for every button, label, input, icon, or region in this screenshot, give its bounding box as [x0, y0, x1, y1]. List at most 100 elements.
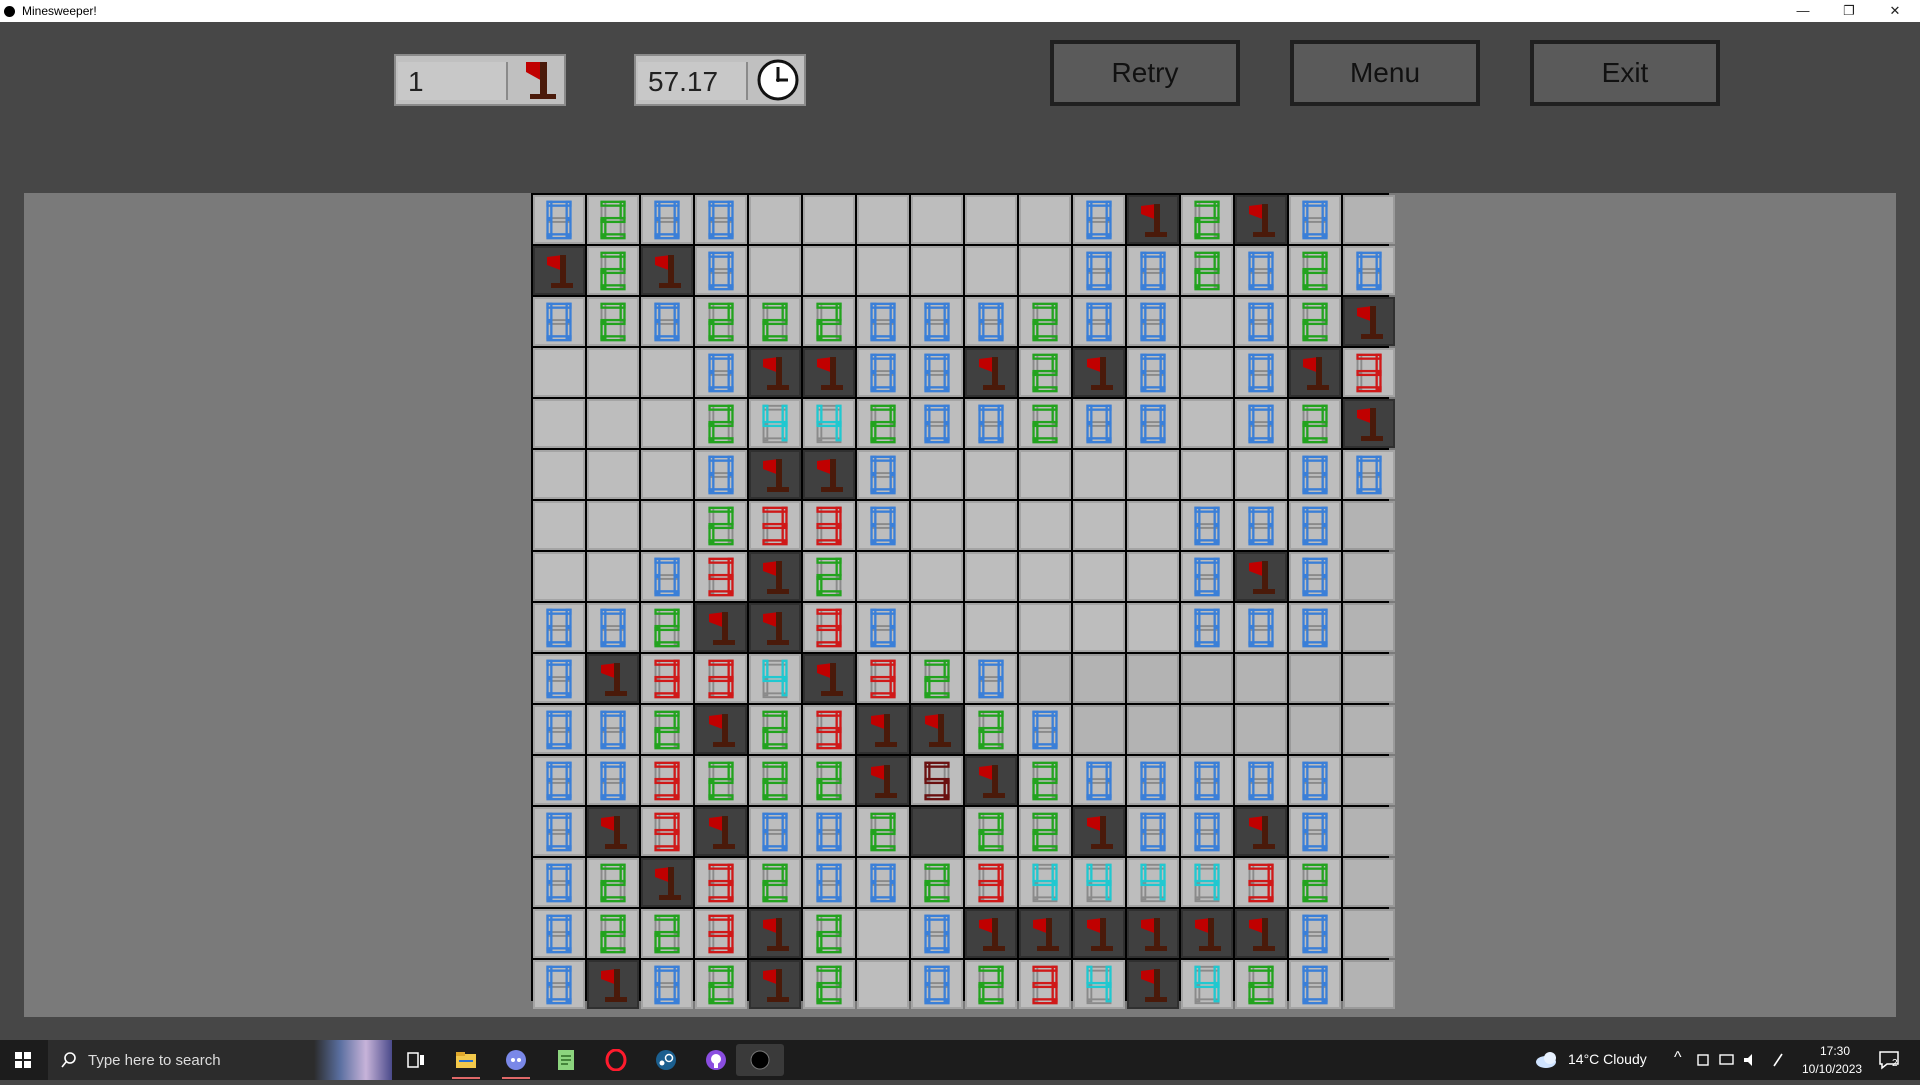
start-button[interactable] — [0, 1040, 46, 1080]
cell-r6-c7[interactable] — [857, 450, 909, 499]
cell-r1-c16[interactable] — [1343, 195, 1395, 244]
cell-r8-c16[interactable] — [1343, 552, 1395, 601]
cell-r13-c16[interactable] — [1343, 807, 1395, 856]
cell-r9-c1[interactable] — [533, 603, 585, 652]
discord-icon[interactable] — [496, 1044, 536, 1079]
cell-r4-c10[interactable] — [1019, 348, 1071, 397]
cell-r6-c12[interactable] — [1127, 450, 1179, 499]
minimize-button[interactable]: — — [1780, 0, 1826, 22]
cell-r14-c12[interactable] — [1127, 858, 1179, 907]
cell-r7-c15[interactable] — [1289, 501, 1341, 550]
cell-r14-c13[interactable] — [1181, 858, 1233, 907]
cell-r12-c14[interactable] — [1235, 756, 1287, 805]
cell-r13-c13[interactable] — [1181, 807, 1233, 856]
cell-r13-c4[interactable] — [695, 807, 747, 856]
cell-r5-c7[interactable] — [857, 399, 909, 448]
cell-r9-c10[interactable] — [1019, 603, 1071, 652]
cell-r13-c6[interactable] — [803, 807, 855, 856]
cell-r7-c5[interactable] — [749, 501, 801, 550]
cell-r2-c5[interactable] — [749, 246, 801, 295]
cell-r3-c12[interactable] — [1127, 297, 1179, 346]
cell-r10-c13[interactable] — [1181, 654, 1233, 703]
cell-r9-c9[interactable] — [965, 603, 1017, 652]
cell-r1-c11[interactable] — [1073, 195, 1125, 244]
cell-r10-c15[interactable] — [1289, 654, 1341, 703]
cell-r7-c13[interactable] — [1181, 501, 1233, 550]
cell-r15-c13[interactable] — [1181, 909, 1233, 958]
github-icon[interactable] — [696, 1044, 736, 1076]
cell-r11-c8[interactable] — [911, 705, 963, 754]
cell-r5-c5[interactable] — [749, 399, 801, 448]
cell-r7-c3[interactable] — [641, 501, 693, 550]
cell-r7-c4[interactable] — [695, 501, 747, 550]
cell-r10-c14[interactable] — [1235, 654, 1287, 703]
cell-r4-c2[interactable] — [587, 348, 639, 397]
cell-r14-c5[interactable] — [749, 858, 801, 907]
cell-r14-c9[interactable] — [965, 858, 1017, 907]
cell-r1-c15[interactable] — [1289, 195, 1341, 244]
cell-r1-c14[interactable] — [1235, 195, 1287, 244]
cell-r11-c4[interactable] — [695, 705, 747, 754]
cell-r4-c8[interactable] — [911, 348, 963, 397]
cell-r2-c1[interactable] — [533, 246, 585, 295]
cell-r5-c8[interactable] — [911, 399, 963, 448]
cell-r6-c15[interactable] — [1289, 450, 1341, 499]
cell-r2-c12[interactable] — [1127, 246, 1179, 295]
clock-time[interactable]: 17:30 — [1820, 1044, 1850, 1058]
cell-r1-c3[interactable] — [641, 195, 693, 244]
opera-icon[interactable] — [596, 1044, 636, 1076]
cell-r4-c7[interactable] — [857, 348, 909, 397]
cell-r12-c13[interactable] — [1181, 756, 1233, 805]
cell-r9-c11[interactable] — [1073, 603, 1125, 652]
cell-r9-c15[interactable] — [1289, 603, 1341, 652]
cell-r1-c7[interactable] — [857, 195, 909, 244]
cell-r8-c12[interactable] — [1127, 552, 1179, 601]
cell-r12-c5[interactable] — [749, 756, 801, 805]
cell-r7-c6[interactable] — [803, 501, 855, 550]
cell-r7-c10[interactable] — [1019, 501, 1071, 550]
cell-r5-c1[interactable] — [533, 399, 585, 448]
cell-r1-c8[interactable] — [911, 195, 963, 244]
cell-r12-c16[interactable] — [1343, 756, 1395, 805]
cell-r16-c12[interactable] — [1127, 960, 1179, 1009]
cell-r6-c8[interactable] — [911, 450, 963, 499]
cell-r5-c12[interactable] — [1127, 399, 1179, 448]
cell-r7-c8[interactable] — [911, 501, 963, 550]
cell-r8-c8[interactable] — [911, 552, 963, 601]
cell-r16-c5[interactable] — [749, 960, 801, 1009]
cell-r11-c11[interactable] — [1073, 705, 1125, 754]
cell-r7-c12[interactable] — [1127, 501, 1179, 550]
cell-r13-c15[interactable] — [1289, 807, 1341, 856]
cell-r1-c9[interactable] — [965, 195, 1017, 244]
cell-r3-c8[interactable] — [911, 297, 963, 346]
cell-r9-c5[interactable] — [749, 603, 801, 652]
cell-r15-c10[interactable] — [1019, 909, 1071, 958]
cell-r11-c14[interactable] — [1235, 705, 1287, 754]
cell-r5-c13[interactable] — [1181, 399, 1233, 448]
cell-r5-c11[interactable] — [1073, 399, 1125, 448]
cell-r7-c9[interactable] — [965, 501, 1017, 550]
cell-r14-c8[interactable] — [911, 858, 963, 907]
retry-button[interactable]: Retry — [1050, 40, 1240, 106]
cell-r13-c1[interactable] — [533, 807, 585, 856]
cell-r4-c9[interactable] — [965, 348, 1017, 397]
cell-r7-c1[interactable] — [533, 501, 585, 550]
cell-r2-c10[interactable] — [1019, 246, 1071, 295]
cell-r10-c16[interactable] — [1343, 654, 1395, 703]
cell-r6-c11[interactable] — [1073, 450, 1125, 499]
cell-r4-c12[interactable] — [1127, 348, 1179, 397]
cell-r6-c13[interactable] — [1181, 450, 1233, 499]
cell-r14-c15[interactable] — [1289, 858, 1341, 907]
cell-r2-c7[interactable] — [857, 246, 909, 295]
cell-r12-c7[interactable] — [857, 756, 909, 805]
cell-r2-c8[interactable] — [911, 246, 963, 295]
cell-r1-c12[interactable] — [1127, 195, 1179, 244]
cell-r10-c10[interactable] — [1019, 654, 1071, 703]
cell-r5-c6[interactable] — [803, 399, 855, 448]
cell-r12-c9[interactable] — [965, 756, 1017, 805]
cell-r14-c11[interactable] — [1073, 858, 1125, 907]
cell-r3-c6[interactable] — [803, 297, 855, 346]
cell-r6-c3[interactable] — [641, 450, 693, 499]
cell-r15-c16[interactable] — [1343, 909, 1395, 958]
cell-r14-c4[interactable] — [695, 858, 747, 907]
